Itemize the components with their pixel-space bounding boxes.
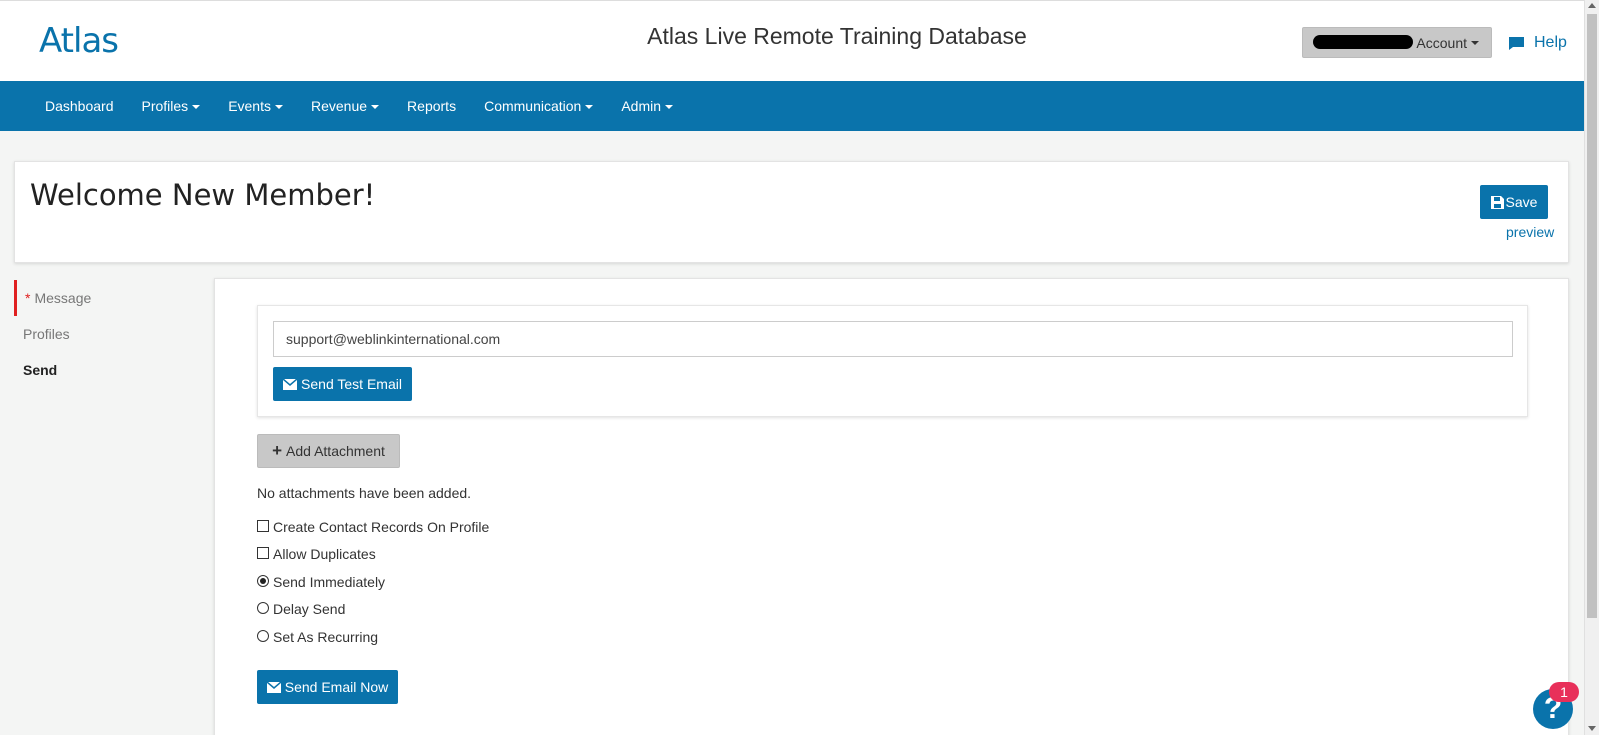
envelope-icon (266, 681, 281, 693)
title-card: Welcome New Member! Save preview (14, 161, 1569, 263)
add-attachment-button[interactable]: + Add Attachment (257, 434, 400, 468)
chevron-down-icon (192, 105, 201, 110)
nav-revenue[interactable]: Revenue (297, 98, 393, 114)
nav-reports[interactable]: Reports (393, 98, 470, 114)
test-email-input[interactable] (273, 321, 1513, 357)
save-button[interactable]: Save (1480, 185, 1548, 219)
scroll-thumb[interactable] (1587, 14, 1597, 618)
page-scrollbar[interactable] (1584, 0, 1599, 735)
chevron-down-icon (1471, 40, 1479, 45)
chat-bubble-icon (1509, 36, 1524, 50)
main-nav: Dashboard Profiles Events Revenue Report… (0, 81, 1584, 131)
preview-link[interactable]: preview (1506, 224, 1554, 240)
set-as-recurring-radio[interactable] (257, 630, 269, 642)
send-test-email-button[interactable]: Send Test Email (273, 367, 412, 401)
test-email-box: Send Test Email (257, 305, 1528, 417)
send-test-email-label: Send Test Email (301, 376, 402, 392)
nav-communication[interactable]: Communication (470, 98, 607, 114)
nav-admin[interactable]: Admin (607, 98, 687, 114)
nav-events[interactable]: Events (214, 98, 297, 114)
account-dropdown-button[interactable]: Account (1302, 27, 1492, 58)
nav-admin-label: Admin (621, 98, 662, 114)
set-as-recurring-option[interactable]: Set As Recurring (257, 629, 378, 645)
step-message[interactable]: * Message (14, 280, 204, 316)
allow-duplicates-checkbox[interactable] (257, 547, 269, 559)
page-title: Welcome New Member! (30, 178, 376, 212)
step-profiles-label: Profiles (23, 326, 70, 342)
chevron-down-icon (371, 105, 380, 110)
allow-duplicates-option[interactable]: Allow Duplicates (257, 546, 376, 562)
step-send-label: Send (23, 362, 58, 378)
scroll-up-arrow-icon[interactable] (1588, 3, 1596, 8)
delay-send-radio[interactable] (257, 602, 269, 614)
account-label: Account (1416, 34, 1467, 51)
notification-badge: 1 (1549, 682, 1579, 702)
save-label: Save (1505, 194, 1538, 210)
send-immediately-radio[interactable] (257, 575, 269, 587)
nav-profiles[interactable]: Profiles (128, 98, 215, 114)
nav-reports-label: Reports (407, 98, 457, 114)
required-asterisk: * (25, 290, 31, 306)
floppy-disk-icon (1490, 195, 1504, 209)
send-immediately-option[interactable]: Send Immediately (257, 574, 385, 590)
step-send[interactable]: Send (14, 352, 204, 388)
envelope-icon (283, 378, 298, 390)
chevron-down-icon (275, 105, 283, 110)
plus-icon: + (272, 441, 283, 460)
delay-send-option[interactable]: Delay Send (257, 601, 345, 617)
chevron-down-icon (585, 105, 594, 110)
chevron-down-icon (665, 105, 674, 110)
scroll-down-arrow-icon[interactable] (1588, 726, 1596, 731)
nav-dashboard[interactable]: Dashboard (31, 98, 128, 114)
add-attachment-label: Add Attachment (286, 443, 385, 459)
help-label: Help (1534, 34, 1567, 51)
create-contact-records-checkbox[interactable] (257, 520, 269, 532)
nav-events-label: Events (228, 98, 271, 114)
send-panel: Send Test Email + Add Attachment No atta… (214, 278, 1569, 735)
send-email-now-label: Send Email Now (284, 679, 389, 695)
step-sidebar: * Message Profiles Send (14, 280, 204, 388)
nav-communication-label: Communication (484, 98, 582, 114)
redacted-username (1313, 35, 1413, 49)
nav-profiles-label: Profiles (141, 98, 189, 114)
delay-send-label: Delay Send (273, 601, 346, 617)
nav-dashboard-label: Dashboard (45, 98, 114, 114)
step-profiles[interactable]: Profiles (14, 316, 204, 352)
nav-revenue-label: Revenue (311, 98, 368, 114)
step-message-label: Message (34, 290, 92, 306)
top-header: Atlas Atlas Live Remote Training Databas… (0, 0, 1584, 81)
send-email-now-button[interactable]: Send Email Now (257, 670, 398, 704)
help-link[interactable]: Help (1508, 34, 1567, 52)
create-contact-records-label: Create Contact Records On Profile (273, 519, 490, 535)
allow-duplicates-label: Allow Duplicates (273, 546, 376, 562)
set-as-recurring-label: Set As Recurring (273, 629, 379, 645)
no-attachments-text: No attachments have been added. (257, 485, 472, 501)
create-contact-records-option[interactable]: Create Contact Records On Profile (257, 519, 489, 535)
send-immediately-label: Send Immediately (273, 574, 386, 590)
